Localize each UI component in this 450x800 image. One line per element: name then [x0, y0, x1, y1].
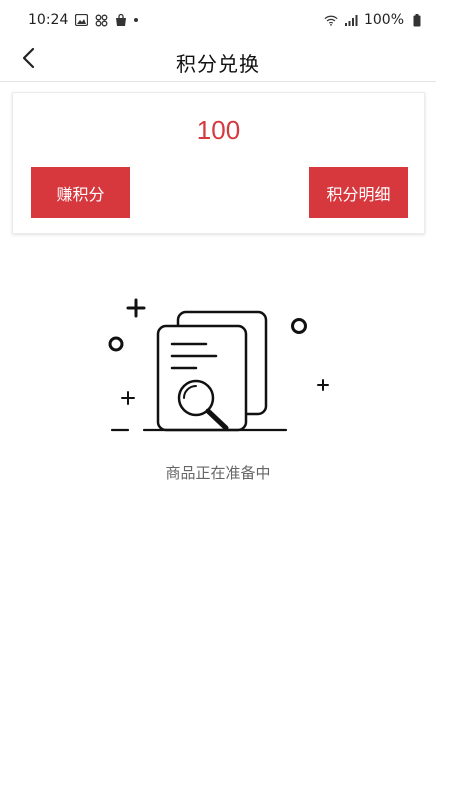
- bag-icon: [114, 13, 128, 27]
- points-detail-button[interactable]: 积分明细: [309, 167, 408, 218]
- status-time: 10:24: [28, 12, 69, 28]
- image-icon: [74, 13, 88, 27]
- status-left: 10:24: [28, 12, 139, 28]
- points-value: 100: [196, 115, 241, 145]
- status-right: 100%: [324, 12, 424, 28]
- page-title: 积分兑换: [176, 52, 260, 76]
- document-search-icon: [100, 290, 340, 450]
- points-card: 100 赚积分 积分明细: [12, 92, 425, 234]
- nav-bar: 积分兑换: [0, 40, 436, 82]
- empty-state-message: 商品正在准备中: [165, 464, 271, 482]
- battery-text: 100%: [363, 12, 404, 28]
- wifi-icon: [324, 13, 338, 27]
- dot-icon: [134, 18, 139, 22]
- status-bar: 10:24 100%: [0, 0, 450, 40]
- signal-icon: [344, 13, 358, 27]
- battery-icon: [410, 13, 424, 27]
- earn-points-button[interactable]: 赚积分: [31, 167, 130, 218]
- grid-icon: [94, 13, 108, 27]
